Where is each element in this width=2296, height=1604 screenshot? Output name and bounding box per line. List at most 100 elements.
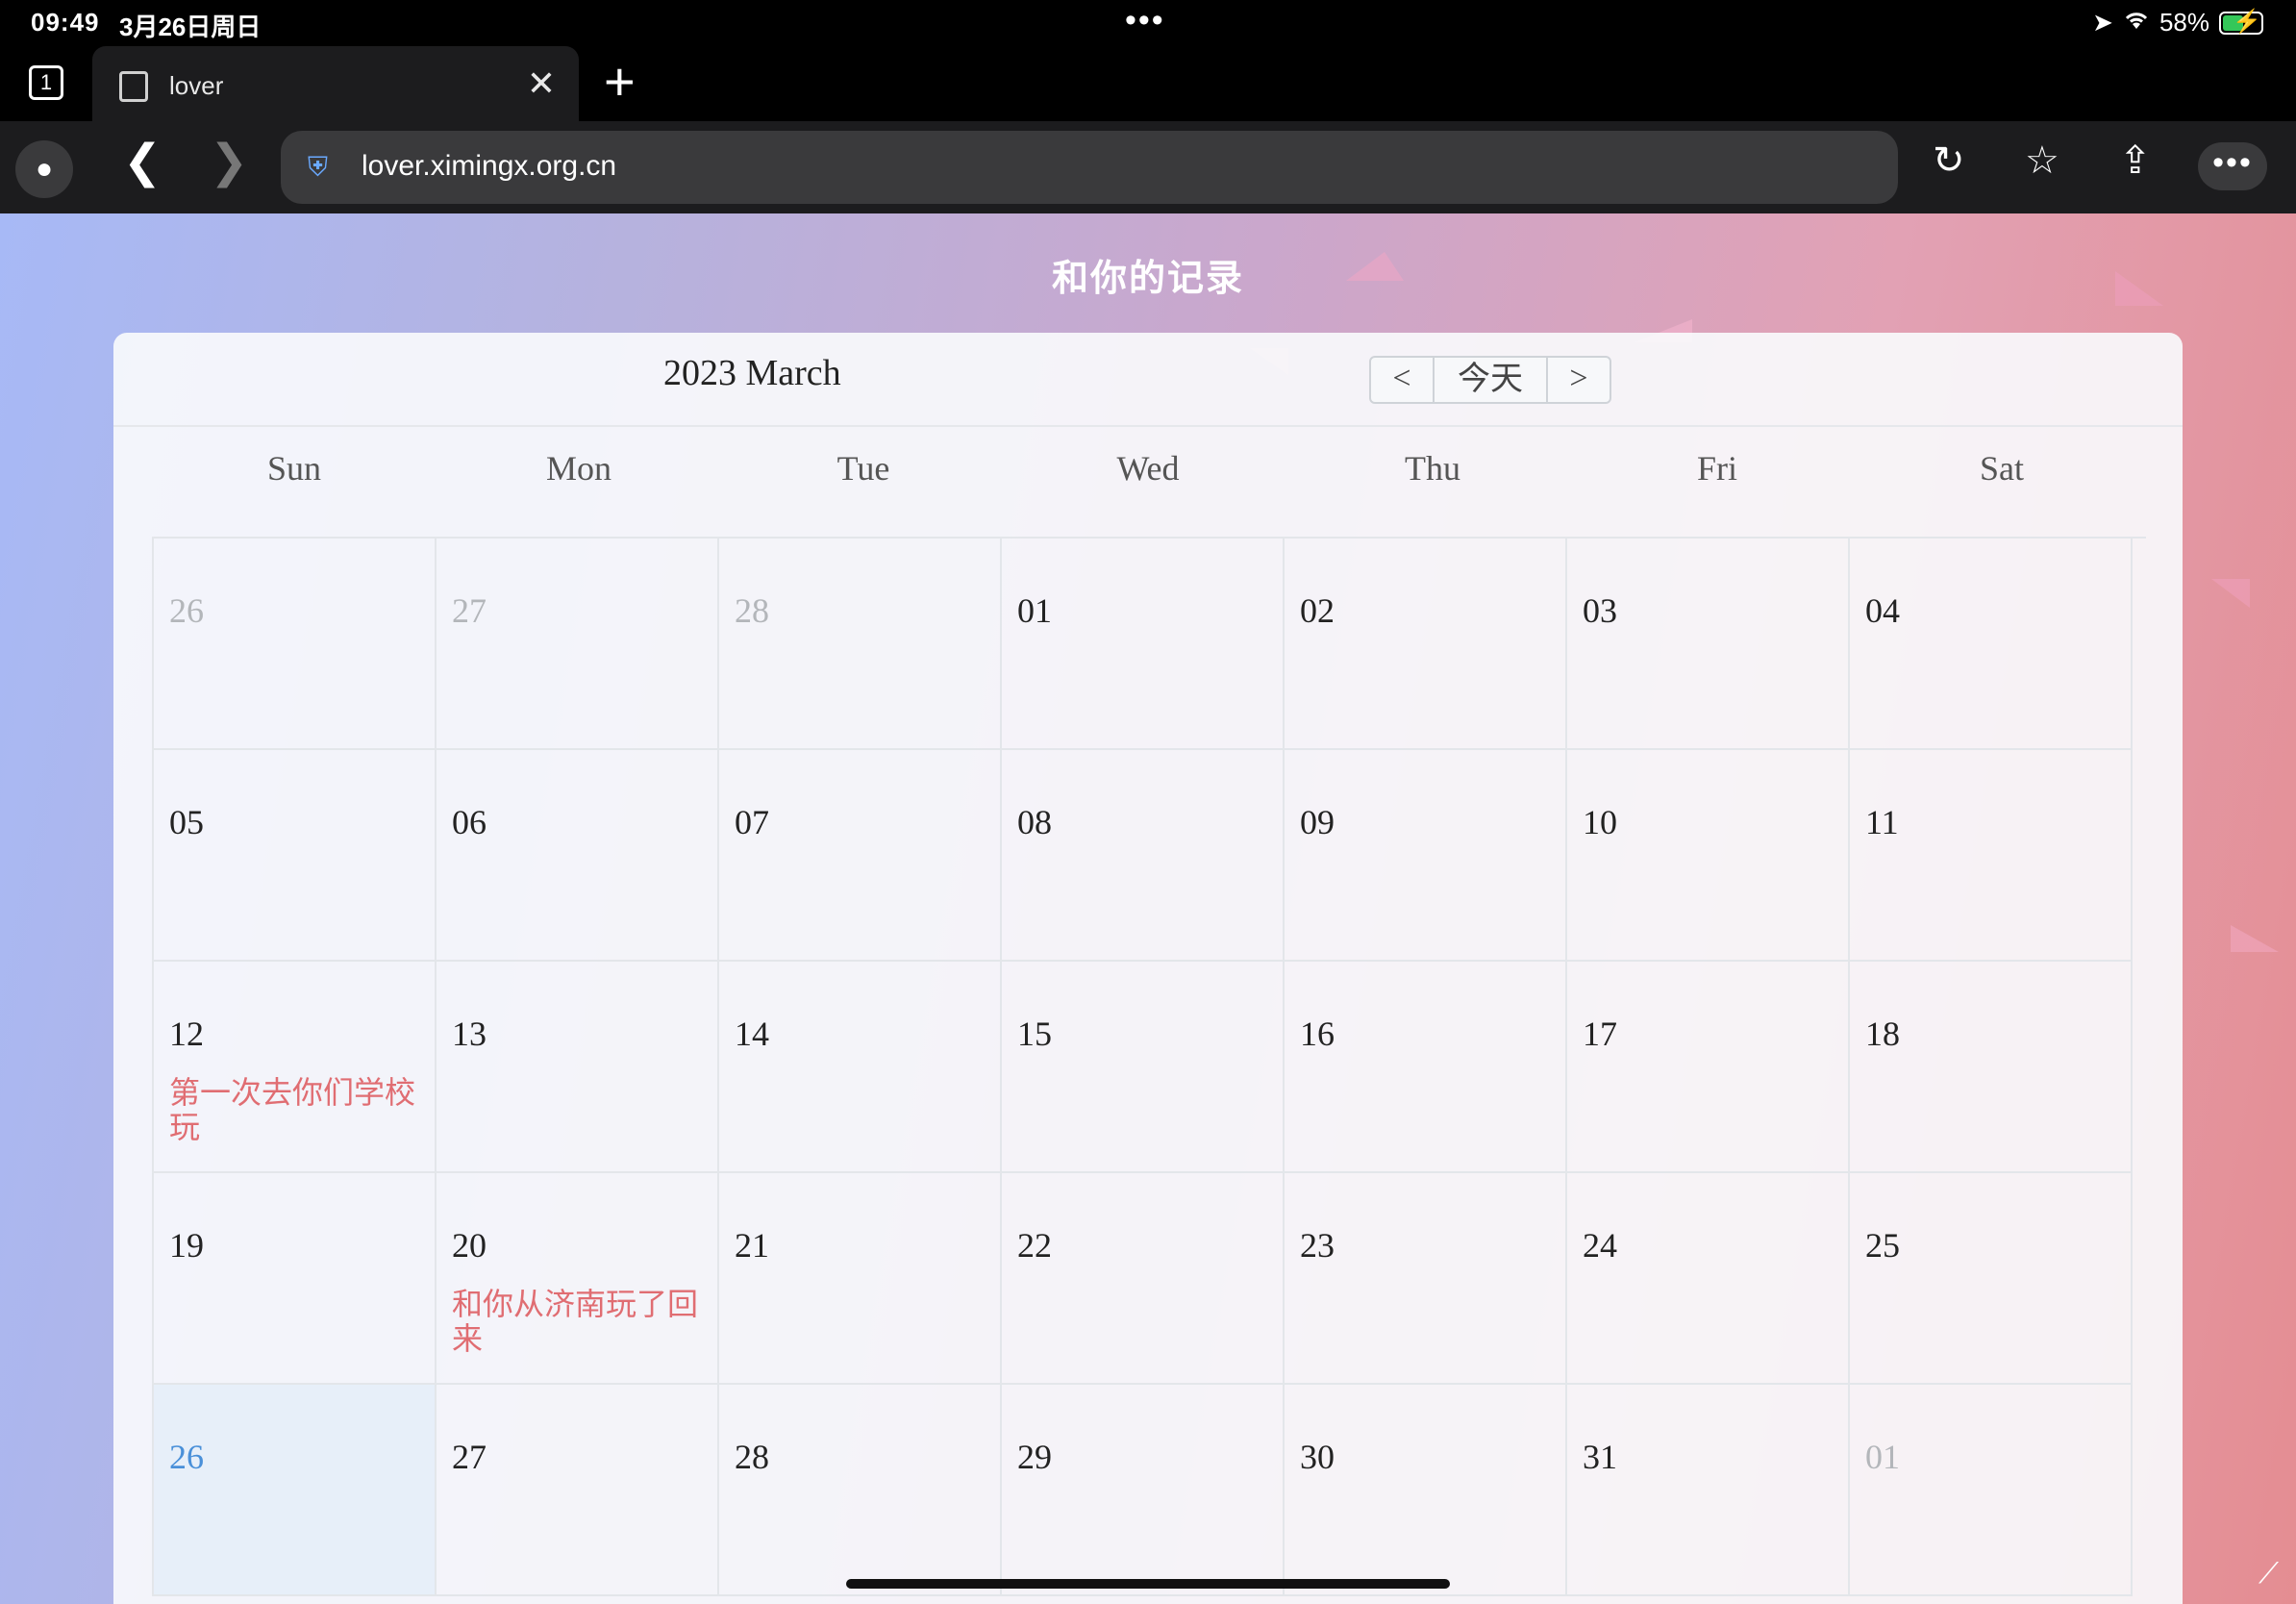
calendar-title: 2023 March [663, 353, 841, 393]
calendar-event[interactable]: 和你从济南玩了回来 [452, 1287, 704, 1356]
status-time: 09:49 [31, 8, 100, 37]
shield-icon: ⛨ [308, 152, 329, 182]
calendar-day[interactable]: 29 [1002, 1385, 1285, 1596]
day-number: 05 [169, 803, 204, 841]
day-number: 26 [169, 1438, 204, 1476]
close-tab-icon[interactable]: ✕ [527, 63, 556, 104]
day-number: 25 [1865, 1226, 1900, 1265]
calendar-day[interactable]: 28 [719, 539, 1002, 750]
calendar-day[interactable]: 08 [1002, 750, 1285, 962]
web-page: 和你的记录 2023 March < 今天 > Sun Mon Tue Wed … [0, 213, 2296, 1604]
battery-percent: 58% [2159, 8, 2209, 37]
weekday-label: Wed [1116, 449, 1180, 488]
day-number: 06 [452, 803, 487, 841]
calendar-day[interactable]: 21 [719, 1173, 1002, 1385]
day-number: 07 [735, 803, 769, 841]
forward-icon[interactable]: ❯ [210, 135, 248, 188]
weekday-label: Mon [545, 449, 611, 488]
calendar-day[interactable]: 18 [1850, 962, 2133, 1173]
calendar-day[interactable]: 11 [1850, 750, 2133, 962]
day-number: 02 [1300, 591, 1335, 630]
weekday-header: Sun Mon Tue Wed Thu Fri Sat [152, 448, 2144, 506]
calendar-day[interactable]: 27 [437, 1385, 719, 1596]
next-month-button[interactable]: > [1548, 358, 1610, 402]
day-number: 27 [452, 591, 487, 630]
location-icon: ➤ [2092, 8, 2113, 37]
calendar-day[interactable]: 14 [719, 962, 1002, 1173]
home-indicator[interactable] [846, 1579, 1450, 1589]
calendar-day[interactable]: 27 [437, 539, 719, 750]
calendar-day[interactable]: 23 [1285, 1173, 1567, 1385]
calendar-day[interactable]: 15 [1002, 962, 1285, 1173]
day-number: 24 [1583, 1226, 1617, 1265]
calendar-day[interactable]: 12 第一次去你们学校玩 [154, 962, 437, 1173]
weekday-label: Sun [266, 449, 322, 488]
share-icon[interactable]: ⇪ [2119, 138, 2152, 183]
day-number: 20 [452, 1226, 487, 1265]
day-number: 19 [169, 1226, 204, 1265]
status-indicators: ➤ 58% ⚡ [2092, 8, 2263, 38]
wifi-icon [2123, 8, 2150, 38]
day-number: 17 [1583, 1015, 1617, 1053]
calendar-day[interactable]: 26 [154, 539, 437, 750]
battery-icon: ⚡ [2219, 9, 2263, 35]
day-number: 01 [1865, 1438, 1900, 1476]
new-tab-button[interactable]: + [604, 50, 636, 113]
tab-title: lover [169, 71, 224, 100]
day-number: 29 [1017, 1438, 1052, 1476]
day-number: 01 [1017, 591, 1052, 630]
calendar-day[interactable]: 09 [1285, 750, 1567, 962]
address-bar[interactable]: ⛨ lover.ximingx.org.cn [281, 131, 1898, 204]
tab-count-button[interactable]: 1 [29, 65, 63, 100]
prev-month-button[interactable]: < [1371, 358, 1433, 402]
calendar: 2023 March < 今天 > Sun Mon Tue Wed Thu Fr… [113, 333, 2183, 1604]
calendar-day[interactable]: 28 [719, 1385, 1002, 1596]
calendar-day[interactable]: 04 [1850, 539, 2133, 750]
calendar-day[interactable]: 07 [719, 750, 1002, 962]
calendar-day[interactable]: 13 [437, 962, 719, 1173]
calendar-day[interactable]: 16 [1285, 962, 1567, 1173]
day-number: 03 [1583, 591, 1617, 630]
weekday-label: Thu [1405, 449, 1460, 488]
day-number: 21 [735, 1226, 769, 1265]
calendar-day[interactable]: 05 [154, 750, 437, 962]
profile-icon[interactable]: ● [15, 140, 73, 198]
day-number: 18 [1865, 1015, 1900, 1053]
calendar-day[interactable]: 01 [1002, 539, 1285, 750]
calendar-day[interactable]: 17 [1567, 962, 1850, 1173]
day-number: 12 [169, 1015, 204, 1053]
back-icon[interactable]: ❮ [123, 135, 162, 188]
calendar-day[interactable]: 20 和你从济南玩了回来 [437, 1173, 719, 1385]
favorites-icon[interactable]: ☆ [2025, 138, 2059, 183]
calendar-day[interactable]: 19 [154, 1173, 437, 1385]
status-date: 3月26日周日 [119, 13, 262, 41]
calendar-day-today[interactable]: 26 [154, 1385, 437, 1596]
page-title: 和你的记录 [1051, 259, 1244, 299]
pencil-icon[interactable]: ⟋ [2259, 1558, 2279, 1591]
active-tab[interactable]: lover ✕ [92, 46, 579, 121]
calendar-day[interactable]: 02 [1285, 539, 1567, 750]
day-number: 11 [1865, 803, 1899, 841]
calendar-nav: < 今天 > [1369, 356, 1611, 404]
more-icon[interactable]: ••• [2198, 142, 2267, 190]
weekday-label: Tue [836, 449, 890, 488]
multitasking-dots-icon[interactable]: ••• [1125, 2, 1165, 39]
calendar-day[interactable]: 25 [1850, 1173, 2133, 1385]
calendar-day[interactable]: 24 [1567, 1173, 1850, 1385]
calendar-day[interactable]: 03 [1567, 539, 1850, 750]
calendar-day[interactable]: 31 [1567, 1385, 1850, 1596]
page-icon [119, 71, 148, 102]
calendar-day[interactable]: 22 [1002, 1173, 1285, 1385]
day-number: 08 [1017, 803, 1052, 841]
today-button[interactable]: 今天 [1433, 358, 1548, 402]
calendar-event[interactable]: 第一次去你们学校玩 [169, 1075, 421, 1144]
day-number: 26 [169, 591, 204, 630]
weekday-label: Fri [1696, 449, 1737, 488]
reload-icon[interactable]: ↻ [1933, 138, 1965, 183]
day-number: 30 [1300, 1438, 1335, 1476]
calendar-day[interactable]: 06 [437, 750, 719, 962]
charging-bolt-icon: ⚡ [2233, 8, 2261, 35]
calendar-day[interactable]: 10 [1567, 750, 1850, 962]
calendar-day[interactable]: 01 [1850, 1385, 2133, 1596]
calendar-day[interactable]: 30 [1285, 1385, 1567, 1596]
